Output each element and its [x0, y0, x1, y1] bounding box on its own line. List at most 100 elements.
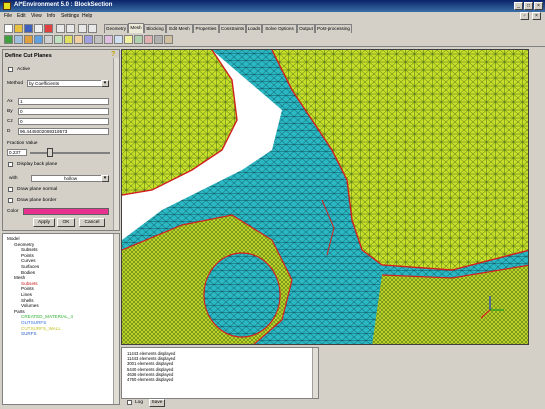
tab-geometry[interactable]: Geometry	[104, 24, 128, 33]
cz-label: Cz	[7, 119, 13, 124]
fraction-input[interactable]: 0.237	[7, 149, 27, 156]
mesh-check-icon[interactable]	[134, 35, 143, 44]
close-button[interactable]: ×	[534, 2, 543, 10]
tree-item[interactable]: Mesh	[14, 275, 25, 280]
tree-item[interactable]: Points	[21, 286, 34, 291]
view-front-icon[interactable]	[44, 35, 53, 44]
measure-icon[interactable]	[94, 35, 103, 44]
panel-scrollbar[interactable]	[113, 58, 119, 230]
tree-item[interactable]: OUTSURFS	[21, 320, 46, 325]
redo-icon[interactable]	[66, 24, 75, 33]
active-checkbox[interactable]	[8, 67, 13, 72]
tab-blocking[interactable]: Blocking	[144, 24, 166, 33]
menu-view[interactable]: View	[31, 13, 42, 19]
tab-loads[interactable]: Loads	[246, 24, 262, 33]
tab-properties[interactable]: Properties	[193, 24, 219, 33]
tab-constraints[interactable]: Constraints	[219, 24, 246, 33]
tree-item[interactable]: Parts	[14, 309, 25, 314]
menu-help[interactable]: Help	[82, 13, 92, 19]
menu-file[interactable]: File	[4, 13, 12, 19]
ax-input[interactable]: 1	[18, 98, 109, 105]
save-as-icon[interactable]	[34, 24, 43, 33]
refresh-icon[interactable]	[164, 35, 173, 44]
new-file-icon[interactable]	[4, 24, 13, 33]
info-icon[interactable]	[154, 35, 163, 44]
view-top-icon[interactable]	[54, 35, 63, 44]
method-select[interactable]: by Coefficients	[27, 80, 109, 87]
save-icon[interactable]	[24, 24, 33, 33]
with-select[interactable]: hollow	[31, 175, 109, 182]
panel-title: Define Cut Planes	[5, 53, 52, 59]
tree-item[interactable]: Lines	[21, 292, 32, 297]
tree-item[interactable]: CUTSURFS_WALL	[21, 326, 61, 331]
tree-item[interactable]: Surfaces	[21, 264, 39, 269]
console-scrollbar[interactable]	[312, 348, 318, 398]
console-line: 4760 elements displayed	[127, 377, 174, 382]
restore-child-button[interactable]: ▫	[520, 12, 529, 20]
tree-item[interactable]: CREATED_MATERIAL_4	[21, 314, 73, 319]
color-swatch[interactable]	[23, 208, 109, 215]
method-dropdown-icon[interactable]: ▾	[101, 80, 109, 87]
open-folder-icon[interactable]	[14, 24, 23, 33]
color-icon[interactable]	[114, 35, 123, 44]
view-side-icon[interactable]	[64, 35, 73, 44]
3d-viewport[interactable]	[121, 49, 529, 345]
pointer-icon[interactable]	[78, 24, 87, 33]
cut-plane-panel: Define Cut Planes ? Active Method by Coe…	[2, 49, 120, 231]
tree-item[interactable]: SURFS	[21, 331, 37, 336]
menu-settings[interactable]: Settings	[61, 13, 79, 19]
delete-icon[interactable]	[44, 24, 53, 33]
tree-scrollbar[interactable]	[113, 234, 119, 404]
tree-item[interactable]: Model	[7, 236, 20, 241]
tab-edit-mesh[interactable]: Edit Mesh	[166, 24, 193, 33]
fraction-slider-thumb[interactable]	[47, 148, 53, 157]
console-tabs: Log Save	[121, 399, 319, 407]
tab-mesh[interactable]: Mesh	[128, 23, 144, 33]
draw-plane-normal-checkbox[interactable]	[8, 187, 13, 192]
tab-post-processing[interactable]: Post-processing	[315, 24, 352, 33]
app-icon	[3, 2, 11, 10]
tree-item[interactable]: Curves	[21, 258, 36, 263]
lighting-icon[interactable]	[124, 35, 133, 44]
minimize-button[interactable]: _	[514, 2, 523, 10]
shading-icon[interactable]	[74, 35, 83, 44]
title-bar: AI*Environment 5.0 : BlockSection _ □ ×	[0, 0, 545, 12]
tree-item[interactable]: Subsets	[21, 247, 38, 252]
cz-input[interactable]: 0	[18, 118, 109, 125]
tab-output[interactable]: Output	[297, 24, 315, 33]
close-child-button[interactable]: ×	[532, 12, 541, 20]
save-log-button[interactable]: Save	[149, 399, 165, 407]
menu-info[interactable]: Info	[47, 13, 55, 19]
view-iso-icon[interactable]	[34, 35, 43, 44]
zoom-icon[interactable]	[14, 35, 23, 44]
tree-item[interactable]: Shells	[21, 298, 34, 303]
tree-item[interactable]: Subsets	[21, 281, 38, 286]
ok-button[interactable]: OK	[57, 218, 75, 227]
rotate-icon[interactable]	[24, 35, 33, 44]
cancel-button[interactable]: Cancel	[79, 218, 105, 227]
by-input[interactable]: 0	[18, 108, 109, 115]
display-back-plane-checkbox[interactable]	[8, 162, 13, 167]
wireframe-icon[interactable]	[84, 35, 93, 44]
tree-item[interactable]: Volumes	[21, 303, 39, 308]
tree-item[interactable]: Bodies	[21, 270, 35, 275]
apply-button[interactable]: Apply	[33, 218, 55, 227]
tree-item[interactable]: Geometry	[14, 242, 34, 247]
cut-plane-icon[interactable]	[104, 35, 113, 44]
tab-solve-options[interactable]: Solve Options	[262, 24, 297, 33]
help-icon[interactable]: ?	[111, 51, 115, 58]
maximize-button[interactable]: □	[524, 2, 533, 10]
pan-icon[interactable]	[88, 24, 97, 33]
with-label: with	[9, 176, 18, 181]
ax-label: Ax	[7, 99, 13, 104]
tree-item[interactable]: Points	[21, 253, 34, 258]
log-checkbox[interactable]	[127, 400, 132, 405]
with-dropdown-icon[interactable]: ▾	[101, 175, 109, 182]
draw-plane-border-checkbox[interactable]	[8, 198, 13, 203]
undo-icon[interactable]	[56, 24, 65, 33]
d-input[interactable]: 96.4445002069319573	[18, 128, 109, 135]
menu-edit[interactable]: Edit	[17, 13, 26, 19]
view-fit-icon[interactable]	[4, 35, 13, 44]
quality-icon[interactable]	[144, 35, 153, 44]
mesh-view	[122, 50, 528, 344]
